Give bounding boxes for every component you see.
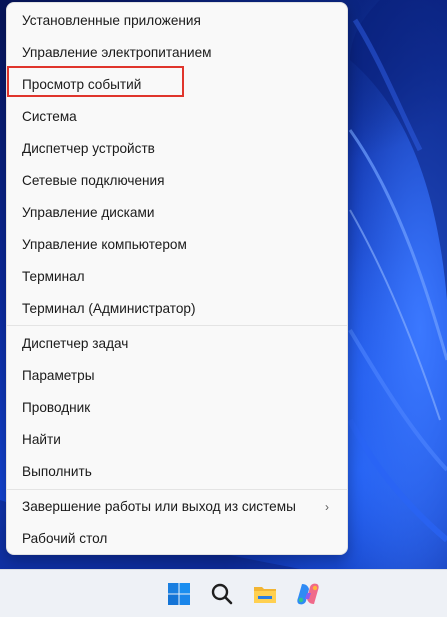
menu-item-installed-apps[interactable]: Установленные приложения bbox=[11, 6, 343, 36]
winx-context-menu: Установленные приложения Управление элек… bbox=[6, 2, 348, 555]
chevron-right-icon: › bbox=[325, 500, 329, 514]
menu-item-desktop[interactable]: Рабочий стол bbox=[11, 524, 343, 554]
menu-item-task-manager[interactable]: Диспетчер задач bbox=[11, 329, 343, 359]
menu-item-terminal[interactable]: Терминал bbox=[11, 262, 343, 292]
menu-item-terminal-admin[interactable]: Терминал (Администратор) bbox=[11, 294, 343, 324]
copilot-icon[interactable] bbox=[294, 580, 322, 608]
menu-item-disk-management[interactable]: Управление дисками bbox=[11, 198, 343, 228]
menu-item-event-viewer[interactable]: Просмотр событий bbox=[11, 70, 343, 100]
menu-item-device-manager[interactable]: Диспетчер устройств bbox=[11, 134, 343, 164]
menu-item-label: Завершение работы или выход из системы bbox=[22, 499, 296, 514]
menu-item-system[interactable]: Система bbox=[11, 102, 343, 132]
menu-item-computer-management[interactable]: Управление компьютером bbox=[11, 230, 343, 260]
menu-item-shutdown-signout[interactable]: Завершение работы или выход из системы › bbox=[11, 492, 343, 522]
menu-item-power-options[interactable]: Управление электропитанием bbox=[11, 38, 343, 68]
menu-item-network-connections[interactable]: Сетевые подключения bbox=[11, 166, 343, 196]
menu-item-search[interactable]: Найти bbox=[11, 425, 343, 455]
taskbar bbox=[0, 569, 447, 617]
menu-separator bbox=[7, 489, 347, 490]
windows-start-icon[interactable] bbox=[165, 580, 193, 608]
menu-item-settings[interactable]: Параметры bbox=[11, 361, 343, 391]
menu-separator bbox=[7, 325, 347, 326]
menu-item-run[interactable]: Выполнить bbox=[11, 457, 343, 487]
menu-item-file-explorer[interactable]: Проводник bbox=[11, 393, 343, 423]
search-icon[interactable] bbox=[208, 580, 236, 608]
file-explorer-icon[interactable] bbox=[251, 580, 279, 608]
